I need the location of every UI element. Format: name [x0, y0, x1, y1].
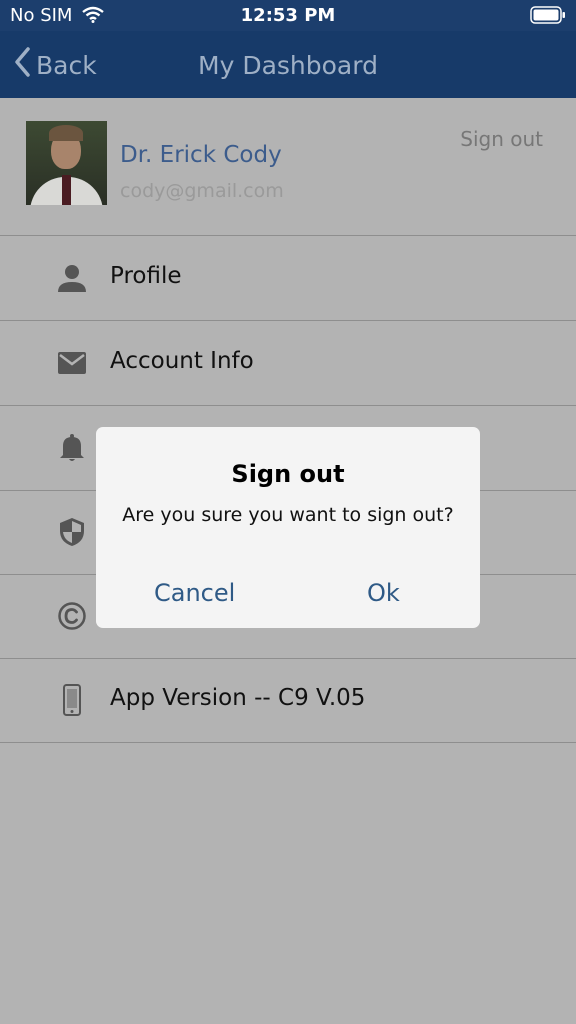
menu-item-app-version[interactable]: App Version -- C9 V.05 [0, 658, 576, 743]
menu-item-label: Account Info [110, 348, 254, 374]
menu-item-label: App Version -- C9 V.05 [110, 685, 366, 711]
cancel-button[interactable]: Cancel [154, 579, 235, 607]
shield-icon [56, 516, 88, 548]
status-bar: No SIM 12:53 PM [0, 0, 576, 31]
copyright-icon [56, 600, 88, 632]
dialog-message: Are you sure you want to sign out? [122, 504, 454, 526]
page-title: My Dashboard [198, 51, 378, 80]
menu-item-account-info[interactable]: Account Info [0, 321, 576, 406]
user-email: cody@gmail.com [120, 180, 284, 202]
bell-icon [56, 432, 88, 464]
menu-item-profile[interactable]: Profile [0, 236, 576, 321]
battery-icon [530, 6, 566, 29]
user-header: Dr. Erick Cody cody@gmail.com Sign out [0, 98, 576, 236]
nav-bar: Back My Dashboard [0, 31, 576, 98]
sign-out-dialog: Sign out Are you sure you want to sign o… [96, 427, 480, 628]
dialog-title: Sign out [231, 460, 345, 488]
ok-button[interactable]: Ok [367, 579, 400, 607]
sign-out-link[interactable]: Sign out [460, 127, 543, 151]
phone-icon [56, 684, 88, 716]
user-name: Dr. Erick Cody [120, 142, 282, 168]
mail-icon [56, 347, 88, 379]
person-icon [56, 262, 88, 294]
menu-item-label: Profile [110, 263, 182, 289]
clock: 12:53 PM [240, 5, 336, 26]
avatar [26, 121, 107, 205]
